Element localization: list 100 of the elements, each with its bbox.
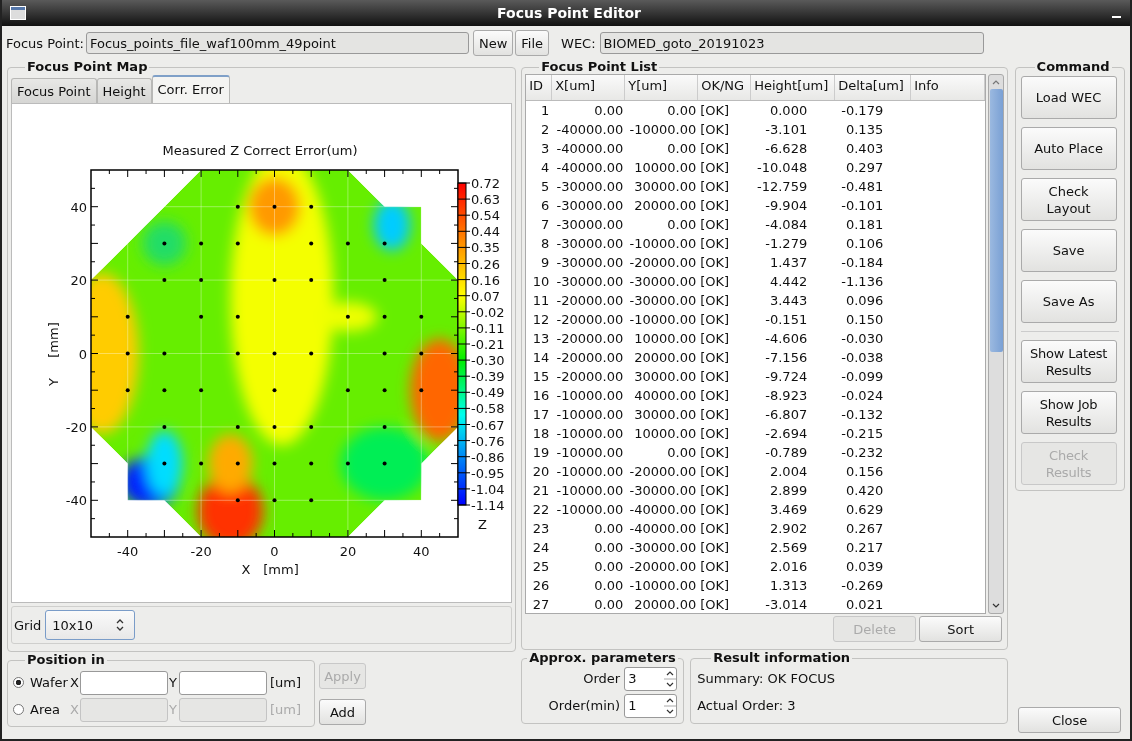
wec-field[interactable]: BIOMED_goto_20191023 xyxy=(599,32,984,54)
radio-button[interactable] xyxy=(13,677,24,688)
unit-label: [um] xyxy=(270,675,302,690)
table-cell-text: 0.420 xyxy=(844,482,885,500)
table-cell-text: -8.923 xyxy=(764,387,809,405)
table-cell-text: [OK] xyxy=(699,121,731,139)
radio-label[interactable]: Wafer xyxy=(30,675,70,690)
table-cell-text: 3.443 xyxy=(768,292,809,310)
table-cell-text: -10000.00 xyxy=(555,444,625,462)
table-cell-text: 10000.00 xyxy=(633,159,698,177)
toolbar-button[interactable]: New xyxy=(472,30,514,56)
table-cell-text: [OK] xyxy=(699,501,731,519)
grid-dropdown[interactable]: 10x10 xyxy=(45,610,136,640)
table-cell-text: [OK] xyxy=(699,349,731,367)
table-cell-text: 21 xyxy=(531,482,551,500)
table-cell-text: -0.184 xyxy=(840,254,885,272)
unit-label: [um] xyxy=(270,702,302,717)
table-cell-text: -30000.00 xyxy=(628,273,698,291)
minimize-icon[interactable] xyxy=(1112,15,1122,19)
column-header[interactable]: OK/NG xyxy=(698,75,752,100)
table-cell-text: 0.150 xyxy=(844,311,885,329)
tab[interactable]: Corr. Error xyxy=(151,75,230,103)
coordinate-label: X xyxy=(70,675,79,690)
table-cell-text: 9 xyxy=(539,254,551,272)
column-header[interactable]: Delta[um] xyxy=(835,75,912,100)
tick-label: -20 xyxy=(65,419,87,435)
table-cell-text: [OK] xyxy=(699,425,731,443)
table-cell-text: 15 xyxy=(531,368,551,386)
table-cell-text: -30000.00 xyxy=(555,216,625,234)
tab[interactable]: Height xyxy=(96,78,152,103)
table-cell-text: [OK] xyxy=(699,273,731,291)
scale-label: -0.30 xyxy=(471,353,505,369)
field-label: Focus Point: xyxy=(6,35,84,51)
table-cell-text: -30000.00 xyxy=(628,292,698,310)
tab[interactable]: Focus Point xyxy=(11,78,97,103)
table-cell-text: -10000.00 xyxy=(555,501,625,519)
table-cell-text: -10000.00 xyxy=(628,121,698,139)
column-header[interactable]: X[um] xyxy=(552,75,626,100)
file-name-field[interactable]: Focus_points_file_waf100mm_49point xyxy=(85,32,469,54)
table-cell-text: [OK] xyxy=(699,444,731,462)
table-cell-text: -0.024 xyxy=(840,387,885,405)
table-cell-text: -10000.00 xyxy=(555,406,625,424)
scrollbar-thumb[interactable] xyxy=(989,89,1003,352)
scale-title: Z xyxy=(478,517,487,532)
command-button[interactable]: Check Layout xyxy=(1020,178,1117,221)
column-header[interactable]: Height[um] xyxy=(751,75,836,100)
table-cell-text: 20 xyxy=(531,463,551,481)
command-button[interactable]: Auto Place xyxy=(1020,127,1117,170)
command-button[interactable]: Save As xyxy=(1020,280,1117,323)
column-header[interactable]: Info xyxy=(911,75,986,100)
table-cell-text: -9.724 xyxy=(764,368,809,386)
axis-unit: [mm] xyxy=(263,562,299,577)
table-cell-text: -30000.00 xyxy=(628,482,698,500)
table-cell-text: 27 xyxy=(531,596,551,613)
scrollbar[interactable] xyxy=(988,74,1005,614)
table-cell-text: [OK] xyxy=(699,292,731,310)
group-title: Approx. parameters xyxy=(528,651,677,665)
table-cell-text: [OK] xyxy=(699,254,731,272)
command-button[interactable]: Show Latest Results xyxy=(1020,340,1117,383)
table-cell-text: 20000.00 xyxy=(633,197,698,215)
close-button[interactable]: Close xyxy=(1018,707,1122,733)
table-cell-text: 10 xyxy=(531,273,551,291)
table-cell-text: -20000.00 xyxy=(628,463,698,481)
table-cell-text: 2.569 xyxy=(768,539,809,557)
table-cell-text: -0.099 xyxy=(840,368,885,386)
command-button[interactable]: Save xyxy=(1020,229,1117,272)
table-cell-text: -4.084 xyxy=(764,216,809,234)
y-input[interactable] xyxy=(179,670,267,695)
table-cell-text: -6.807 xyxy=(764,406,809,424)
command-button[interactable]: Load WEC xyxy=(1020,76,1117,119)
x-input[interactable] xyxy=(80,670,168,695)
column-header[interactable]: ID xyxy=(526,75,553,100)
list-button[interactable]: Sort xyxy=(919,616,1003,642)
spin-box[interactable]: 1 xyxy=(624,693,678,718)
table-cell-text: 18 xyxy=(531,425,551,443)
table-cell-text: [OK] xyxy=(699,520,731,538)
column-header[interactable]: Y[um] xyxy=(625,75,699,100)
table-cell-text: [OK] xyxy=(699,102,731,120)
table-cell-text: 0.00 xyxy=(593,102,625,120)
window-icon xyxy=(10,6,26,20)
tick-label: 20 xyxy=(70,273,87,289)
add-button[interactable]: Add xyxy=(319,699,366,725)
table-cell-text: 0.000 xyxy=(768,102,809,120)
spin-box[interactable]: 3 xyxy=(624,666,678,691)
table-cell-text: -30000.00 xyxy=(555,273,625,291)
table-cell-text: -30000.00 xyxy=(555,235,625,253)
table-cell-text: -3.101 xyxy=(764,121,809,139)
toolbar-button[interactable]: File xyxy=(515,30,550,56)
group-title: Result information xyxy=(712,651,852,665)
table-cell-text: 2.902 xyxy=(768,520,809,538)
command-button[interactable]: Show Job Results xyxy=(1020,391,1117,434)
table-cell-text: [OK] xyxy=(699,311,731,329)
table-cell-text: 24 xyxy=(531,539,551,557)
scale-label: -0.02 xyxy=(471,304,505,320)
scale-label: -0.76 xyxy=(471,433,505,449)
table-cell-text: 0.096 xyxy=(844,292,885,310)
scale-label: -0.21 xyxy=(471,337,505,352)
table-cell-text: -20000.00 xyxy=(555,330,625,348)
table-cell-text: 26 xyxy=(531,577,551,595)
table-cell-text: 19 xyxy=(531,444,551,462)
